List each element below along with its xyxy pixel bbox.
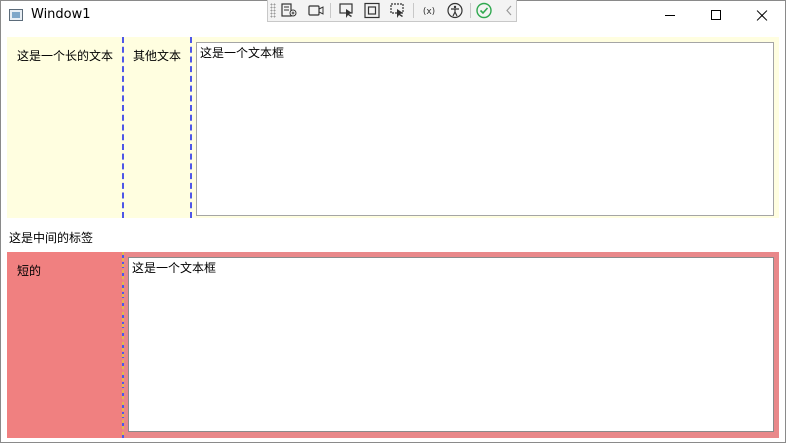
- minimize-button[interactable]: [647, 1, 693, 30]
- toolbar-separator: [330, 3, 331, 18]
- xaml-debug-toolbar: (x): [267, 0, 517, 22]
- window-app-icon: [9, 9, 23, 21]
- bottom-textbox[interactable]: 这是一个文本框: [128, 257, 774, 432]
- toolbar-separator: [413, 3, 414, 18]
- close-button[interactable]: [739, 1, 785, 30]
- short-label: 短的: [17, 264, 42, 278]
- toolbar-separator: [470, 3, 471, 18]
- track-focused-element-icon[interactable]: [307, 2, 325, 19]
- other-text-label: 其他文本: [133, 49, 182, 63]
- grid-splitter-3[interactable]: [122, 252, 124, 438]
- toolbar-grip[interactable]: [270, 3, 276, 18]
- top-textbox[interactable]: 这是一个文本框: [196, 42, 774, 216]
- hot-reload-ok-icon[interactable]: [475, 2, 493, 19]
- accessibility-checker-icon[interactable]: [446, 2, 464, 19]
- grid-splitter-1[interactable]: [122, 37, 124, 218]
- svg-text:(x): (x): [423, 7, 435, 17]
- select-element-icon[interactable]: [338, 2, 356, 19]
- maximize-button[interactable]: [693, 1, 739, 30]
- bottom-grid-left-cell: [7, 252, 122, 438]
- grid-splitter-2[interactable]: [190, 37, 192, 218]
- window-title: Window1: [31, 7, 91, 22]
- track-selection-icon[interactable]: [389, 2, 407, 19]
- live-visual-tree-icon[interactable]: [280, 2, 298, 19]
- middle-label: 这是中间的标签: [9, 231, 94, 245]
- binding-failures-icon[interactable]: (x): [420, 2, 438, 19]
- long-text-label: 这是一个长的文本: [17, 49, 114, 63]
- display-layout-adorners-icon[interactable]: [363, 2, 381, 19]
- collapse-icon[interactable]: [500, 2, 512, 19]
